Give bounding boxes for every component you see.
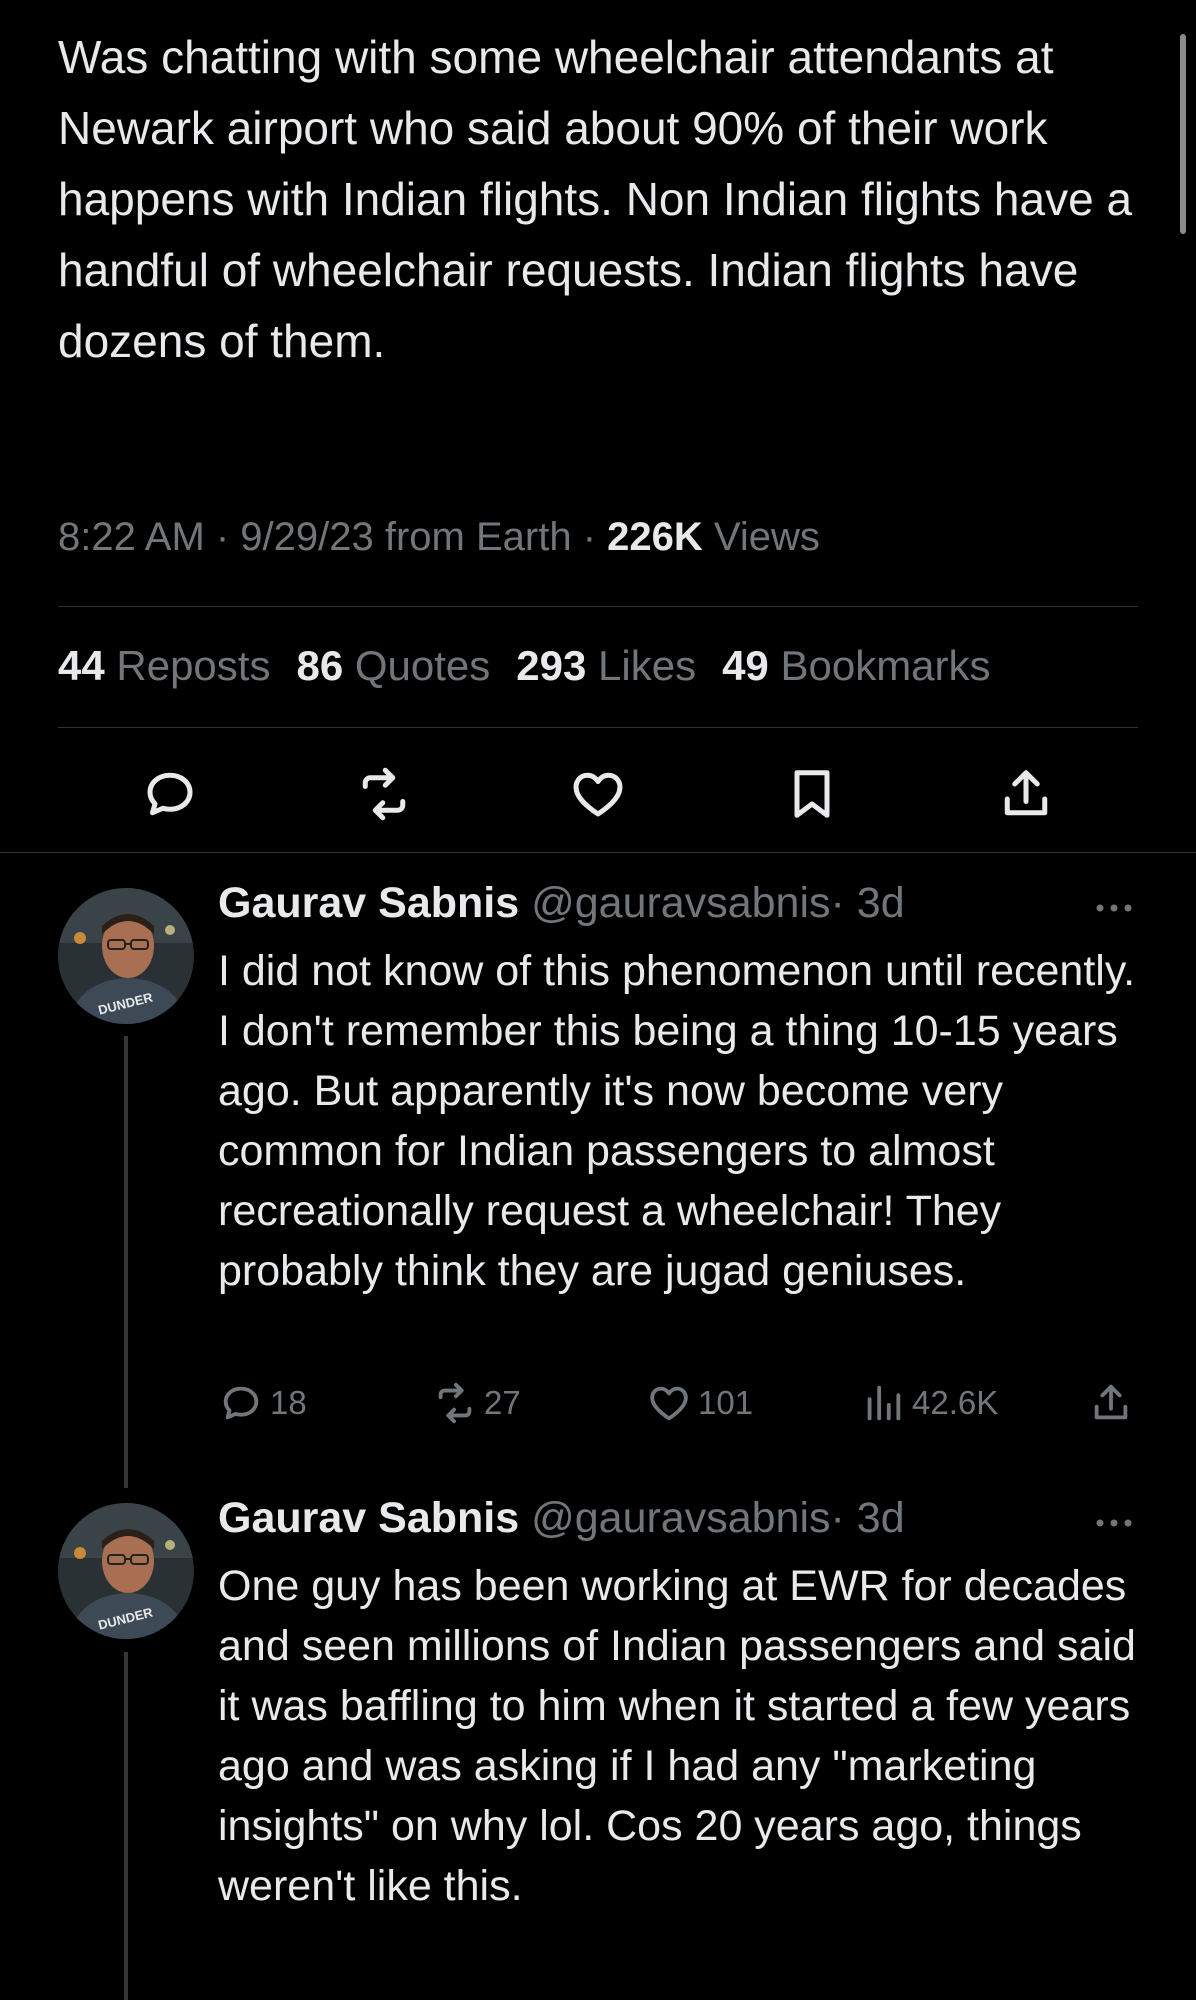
divider — [58, 727, 1138, 728]
like-count-button[interactable]: 101 — [646, 1378, 753, 1428]
bookmark-button[interactable] — [782, 764, 842, 824]
quotes-count: 86 — [296, 642, 344, 689]
views-count: 42.6K — [912, 1384, 999, 1421]
reposts-stat[interactable]: 44 Reposts — [58, 642, 270, 689]
bookmarks-stat[interactable]: 49 Bookmarks — [722, 642, 990, 689]
avatar-photo: DUNDER — [58, 888, 194, 1024]
like-icon — [650, 1386, 688, 1421]
likes-label: Likes — [586, 642, 697, 689]
more-icon — [1096, 904, 1132, 912]
repost-icon — [438, 1382, 472, 1424]
like-icon — [573, 772, 623, 817]
tweet-meta: 8:22 AM · 9/29/23 from Earth · 226K View… — [58, 515, 820, 560]
repost-icon — [362, 767, 406, 821]
likes-count: 293 — [516, 642, 587, 689]
quotes-label: Quotes — [343, 642, 491, 689]
bookmark-icon — [794, 770, 830, 818]
author-name[interactable]: Gaurav Sabnis — [218, 1494, 519, 1542]
reposts-label: Reposts — [104, 642, 271, 689]
repost-button[interactable] — [354, 764, 414, 824]
author-handle[interactable]: @gauravsabnis — [531, 1494, 830, 1542]
scrollbar[interactable] — [1180, 34, 1186, 234]
quotes-stat[interactable]: 86 Quotes — [296, 642, 490, 689]
likes-stat[interactable]: 293 Likes — [516, 642, 696, 689]
thread-line — [124, 1036, 128, 1488]
reply-time[interactable]: · 3d — [831, 1494, 905, 1542]
reply-count-button[interactable]: 18 — [218, 1378, 307, 1428]
analytics-icon — [867, 1385, 901, 1421]
thread-line — [124, 1652, 128, 2000]
author-name[interactable]: Gaurav Sabnis — [218, 879, 519, 927]
reply-time[interactable]: · 3d — [831, 879, 905, 927]
author-handle[interactable]: @gauravsabnis — [531, 879, 830, 927]
like-button[interactable] — [568, 764, 628, 824]
bookmarks-count: 49 — [722, 642, 769, 689]
reply-text: I did not know of this phenomenon until … — [218, 947, 1136, 1295]
reply-icon — [147, 772, 193, 816]
views-count: 226K — [607, 515, 703, 559]
more-options-button[interactable] — [1090, 898, 1138, 918]
repost-count-button[interactable]: 27 — [432, 1378, 521, 1428]
share-icon — [1004, 770, 1048, 816]
views-button[interactable]: 42.6K — [860, 1378, 998, 1428]
tweet-text: Was chatting with some wheelchair attend… — [58, 31, 1133, 367]
share-button[interactable] — [996, 764, 1056, 824]
bookmarks-label: Bookmarks — [768, 642, 991, 689]
divider — [0, 852, 1196, 853]
repost-count: 27 — [484, 1384, 521, 1421]
avatar[interactable]: DUNDER — [58, 888, 194, 1024]
views-label: Views — [702, 515, 820, 559]
reply-count: 18 — [270, 1384, 307, 1421]
like-count: 101 — [698, 1384, 754, 1421]
reply-button[interactable] — [140, 764, 200, 824]
reposts-count: 44 — [58, 642, 105, 689]
reply-text: One guy has been working at EWR for deca… — [218, 1562, 1136, 1910]
reply-icon — [223, 1386, 259, 1420]
more-icon — [1096, 1519, 1132, 1527]
share-icon — [1094, 1384, 1128, 1420]
avatar[interactable]: DUNDER — [58, 1503, 194, 1639]
share-button[interactable] — [1088, 1378, 1140, 1428]
tweet-stats: 44 Reposts 86 Quotes 293 Likes 49 Bookmarks — [58, 642, 991, 690]
more-options-button[interactable] — [1090, 1513, 1138, 1533]
tweet-timestamp[interactable]: 8:22 AM · 9/29/23 from Earth · — [58, 515, 607, 559]
reply-actions: 18 27 101 42.6K — [218, 1378, 1138, 1428]
reply-header: Gaurav Sabnis @gauravsabnis· 3d — [218, 879, 905, 928]
avatar-photo: DUNDER — [58, 1503, 194, 1639]
reply-header: Gaurav Sabnis @gauravsabnis· 3d — [218, 1494, 905, 1543]
divider — [58, 606, 1138, 607]
